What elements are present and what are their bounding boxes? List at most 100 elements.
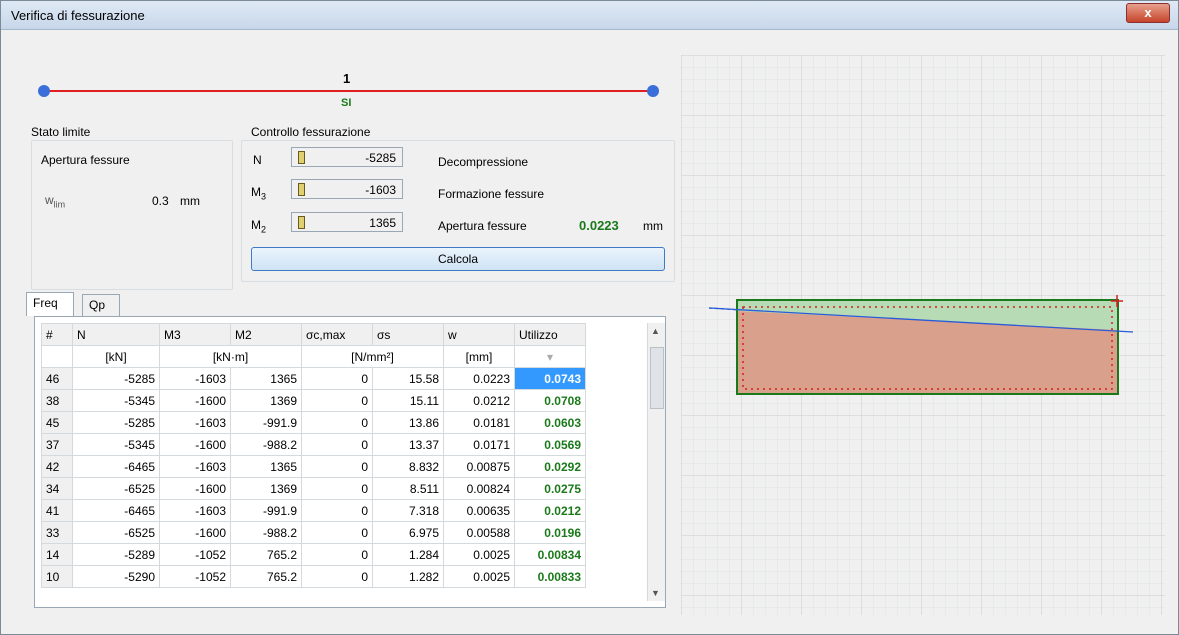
cell-utilizzo[interactable]: 0.00833 [514, 565, 586, 588]
cell-sigma-c[interactable]: 0 [301, 499, 373, 522]
table-row[interactable]: 37 -5345 -1600 -988.2 0 13.37 0.0171 0.0569 [41, 433, 586, 456]
cell-m2[interactable]: 765.2 [230, 565, 302, 588]
table-row[interactable]: 46 -5285 -1603 1365 0 15.58 0.0223 0.0743 [41, 367, 586, 390]
row-index[interactable]: 42 [41, 455, 73, 478]
beam-end-node[interactable] [647, 85, 659, 97]
table-row[interactable]: 42 -6465 -1603 1365 0 8.832 0.00875 0.0292 [41, 455, 586, 478]
cell-m2[interactable]: 1369 [230, 477, 302, 500]
cell-m3[interactable]: -1600 [159, 433, 231, 456]
table-row[interactable]: 41 -6465 -1603 -991.9 0 7.318 0.00635 0.0212 [41, 499, 586, 522]
table-row[interactable]: 33 -6525 -1600 -988.2 0 6.975 0.00588 0.0196 [41, 521, 586, 544]
cell-n[interactable]: -6465 [72, 455, 160, 478]
cell-utilizzo[interactable]: 0.0569 [514, 433, 586, 456]
cell-sigma-c[interactable]: 0 [301, 367, 373, 390]
cell-sigma-s[interactable]: 1.284 [372, 543, 444, 566]
cell-sigma-c[interactable]: 0 [301, 521, 373, 544]
scroll-up-icon[interactable]: ▲ [651, 326, 660, 336]
row-index[interactable]: 41 [41, 499, 73, 522]
cell-w[interactable]: 0.0181 [443, 411, 515, 434]
beam-start-node[interactable] [38, 85, 50, 97]
calcola-button[interactable]: Calcola [251, 247, 665, 271]
scroll-thumb[interactable] [650, 347, 664, 409]
header-n[interactable]: N [72, 323, 160, 346]
row-index[interactable]: 46 [41, 367, 73, 390]
cell-sigma-s[interactable]: 13.37 [372, 433, 444, 456]
cell-m2[interactable]: -991.9 [230, 499, 302, 522]
cell-sigma-c[interactable]: 0 [301, 543, 373, 566]
cell-w[interactable]: 0.0171 [443, 433, 515, 456]
cell-m3[interactable]: -1603 [159, 499, 231, 522]
cell-n[interactable]: -5285 [72, 411, 160, 434]
cell-m3[interactable]: -1052 [159, 543, 231, 566]
cell-w[interactable]: 0.00875 [443, 455, 515, 478]
cell-sigma-s[interactable]: 7.318 [372, 499, 444, 522]
cell-n[interactable]: -6465 [72, 499, 160, 522]
cell-sigma-s[interactable]: 8.832 [372, 455, 444, 478]
table-row[interactable]: 45 -5285 -1603 -991.9 0 13.86 0.0181 0.0603 [41, 411, 586, 434]
cell-w[interactable]: 0.00588 [443, 521, 515, 544]
row-index[interactable]: 14 [41, 543, 73, 566]
row-index[interactable]: 10 [41, 565, 73, 588]
header-sigma-s[interactable]: σs [372, 323, 444, 346]
cell-m2[interactable]: 1365 [230, 367, 302, 390]
cell-w[interactable]: 0.00635 [443, 499, 515, 522]
row-index[interactable]: 38 [41, 389, 73, 412]
force-input-m2[interactable]: 1365 [291, 212, 403, 232]
cell-w[interactable]: 0.0025 [443, 565, 515, 588]
cell-sigma-s[interactable]: 6.975 [372, 521, 444, 544]
row-index[interactable]: 33 [41, 521, 73, 544]
filter-dropdown[interactable]: ▾ [514, 345, 586, 368]
header-sigma-c[interactable]: σc,max [301, 323, 373, 346]
cell-utilizzo[interactable]: 0.0212 [514, 499, 586, 522]
cell-w[interactable]: 0.00824 [443, 477, 515, 500]
table-row[interactable]: 14 -5289 -1052 765.2 0 1.284 0.0025 0.00834 [41, 543, 586, 566]
cell-sigma-c[interactable]: 0 [301, 565, 373, 588]
cell-m3[interactable]: -1603 [159, 367, 231, 390]
cell-utilizzo[interactable]: 0.00834 [514, 543, 586, 566]
cell-utilizzo[interactable]: 0.0275 [514, 477, 586, 500]
cell-n[interactable]: -5345 [72, 433, 160, 456]
tab-freq[interactable]: Freq [26, 292, 74, 316]
cell-m2[interactable]: 1369 [230, 389, 302, 412]
cell-w[interactable]: 0.0212 [443, 389, 515, 412]
cell-utilizzo[interactable]: 0.0708 [514, 389, 586, 412]
cell-m2[interactable]: 1365 [230, 455, 302, 478]
cell-utilizzo[interactable]: 0.0603 [514, 411, 586, 434]
cell-sigma-s[interactable]: 15.11 [372, 389, 444, 412]
beam-line[interactable] [43, 90, 653, 92]
cell-w[interactable]: 0.0025 [443, 543, 515, 566]
table-scrollbar[interactable]: ▲ ▼ [647, 323, 665, 601]
cell-sigma-c[interactable]: 0 [301, 455, 373, 478]
row-index[interactable]: 45 [41, 411, 73, 434]
cell-n[interactable]: -5290 [72, 565, 160, 588]
header-w[interactable]: w [443, 323, 515, 346]
cell-m3[interactable]: -1600 [159, 477, 231, 500]
cell-sigma-s[interactable]: 1.282 [372, 565, 444, 588]
cell-utilizzo[interactable]: 0.0743 [514, 367, 586, 390]
row-index[interactable]: 37 [41, 433, 73, 456]
scroll-down-icon[interactable]: ▼ [651, 588, 660, 598]
cell-m2[interactable]: 765.2 [230, 543, 302, 566]
table-row[interactable]: 10 -5290 -1052 765.2 0 1.282 0.0025 0.00833 [41, 565, 586, 588]
cell-m2[interactable]: -988.2 [230, 433, 302, 456]
cell-n[interactable]: -5345 [72, 389, 160, 412]
cell-sigma-c[interactable]: 0 [301, 433, 373, 456]
cell-n[interactable]: -5285 [72, 367, 160, 390]
cell-sigma-s[interactable]: 15.58 [372, 367, 444, 390]
cell-n[interactable]: -5289 [72, 543, 160, 566]
cell-sigma-c[interactable]: 0 [301, 477, 373, 500]
force-input-n[interactable]: -5285 [291, 147, 403, 167]
cell-m3[interactable]: -1052 [159, 565, 231, 588]
cell-sigma-c[interactable]: 0 [301, 389, 373, 412]
header-m2[interactable]: M2 [230, 323, 302, 346]
cell-utilizzo[interactable]: 0.0292 [514, 455, 586, 478]
header-utilizzo[interactable]: Utilizzo [514, 323, 586, 346]
cell-n[interactable]: -6525 [72, 477, 160, 500]
cell-n[interactable]: -6525 [72, 521, 160, 544]
row-index[interactable]: 34 [41, 477, 73, 500]
cell-m2[interactable]: -991.9 [230, 411, 302, 434]
cell-w[interactable]: 0.0223 [443, 367, 515, 390]
force-input-m3[interactable]: -1603 [291, 179, 403, 199]
header-m3[interactable]: M3 [159, 323, 231, 346]
table-row[interactable]: 38 -5345 -1600 1369 0 15.11 0.0212 0.0708 [41, 389, 586, 412]
